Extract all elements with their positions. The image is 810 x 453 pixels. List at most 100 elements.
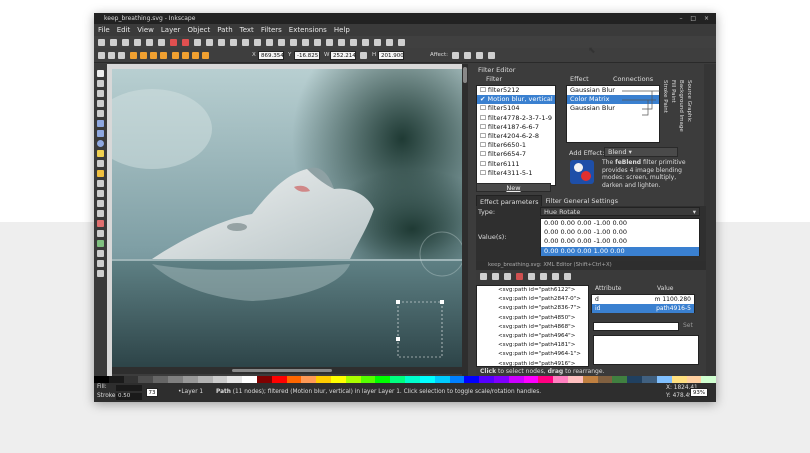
paint-bucket-tool-icon[interactable] [97, 230, 104, 237]
palette-swatch[interactable] [212, 376, 228, 383]
filter-list-item[interactable]: ☐ filter6650-1 [477, 141, 555, 150]
print-icon[interactable] [134, 38, 141, 46]
palette-swatch[interactable] [656, 376, 672, 383]
pencil-tool-icon[interactable] [97, 170, 104, 177]
palette-swatch[interactable] [597, 376, 613, 383]
filter-list-item[interactable]: ☐ filter4204-6-2-8 [477, 132, 555, 141]
mesh-tool-icon[interactable] [97, 250, 104, 257]
gradient-tool-icon[interactable] [97, 240, 104, 247]
menu-path[interactable]: Path [217, 24, 232, 36]
unindent-node-icon[interactable] [528, 273, 535, 280]
palette-swatch[interactable] [523, 376, 539, 383]
flip-vertical-icon[interactable] [160, 52, 167, 59]
menu-filters[interactable]: Filters [261, 24, 282, 36]
filter-list-item[interactable]: ✔ Motion blur, vertical [477, 95, 555, 105]
node-tool-icon[interactable] [97, 80, 104, 87]
xml-node[interactable]: <svg:path id="path4964-1"> [495, 350, 588, 359]
palette-swatch[interactable] [612, 376, 628, 383]
filter-list-item[interactable]: ☐ filter6654-7 [477, 150, 555, 159]
eraser-tool-icon[interactable] [97, 220, 104, 227]
palette-swatch[interactable] [419, 376, 435, 383]
delete-node-icon[interactable] [516, 273, 523, 280]
window-controls[interactable]: – □ × [679, 13, 712, 24]
type-select[interactable]: Hue Rotate ▾ [540, 207, 700, 216]
lower-node-icon[interactable] [564, 273, 571, 280]
export-icon[interactable] [158, 38, 165, 46]
palette-swatch[interactable] [197, 376, 213, 383]
filter-checkbox[interactable]: ☐ [480, 150, 488, 158]
filter-checkbox[interactable]: ☐ [480, 132, 488, 140]
xml-node[interactable]: <svg:path id="path4181"> [495, 341, 588, 350]
palette-swatch[interactable] [182, 376, 198, 383]
xml-node[interactable]: <svg:path id="path4850"> [495, 314, 588, 323]
palette-swatch[interactable] [538, 376, 554, 383]
width-field[interactable]: 252.214 [330, 51, 356, 60]
matrix-row[interactable]: 0.00 0.00 0.00 -1.00 0.00 [541, 228, 699, 237]
duplicate-node-icon[interactable] [504, 273, 511, 280]
star-tool-icon[interactable] [97, 150, 104, 157]
transform-gradients-icon[interactable] [476, 52, 483, 59]
new-filter-button[interactable]: New [476, 183, 551, 192]
menu-layer[interactable]: Layer [161, 24, 181, 36]
color-palette[interactable] [94, 376, 716, 383]
canvas-vertical-scrollbar[interactable] [462, 64, 468, 376]
raise-to-top-icon[interactable] [172, 52, 179, 59]
filter-checkbox[interactable]: ✔ [480, 95, 488, 103]
save-icon[interactable] [122, 38, 129, 46]
attribute-name-input[interactable] [593, 322, 679, 331]
filter-checkbox[interactable]: ☐ [480, 114, 488, 122]
filter-list[interactable]: ☐ filter5212 ✔ Motion blur, vertical ☐ fil… [476, 85, 556, 186]
unlink-clone-icon[interactable] [290, 38, 297, 46]
xml-node[interactable]: <svg:path id="path2836-7"> [495, 304, 588, 313]
matrix-values-table[interactable]: 0.00 0.00 0.00 -1.00 0.00 0.00 0.00 0.00 … [540, 218, 700, 256]
cut-icon[interactable] [206, 38, 213, 46]
document-properties-icon[interactable] [398, 38, 405, 46]
menu-text[interactable]: Text [240, 24, 254, 36]
filter-list-item[interactable]: ☐ filter5104 [477, 104, 555, 113]
palette-swatch[interactable] [671, 376, 687, 383]
import-icon[interactable] [146, 38, 153, 46]
filter-checkbox[interactable]: ☐ [480, 169, 488, 177]
menu-view[interactable]: View [137, 24, 154, 36]
paste-icon[interactable] [218, 38, 225, 46]
tab-effect-parameters[interactable]: Effect parameters [476, 195, 543, 206]
group-icon[interactable] [302, 38, 309, 46]
palette-swatch[interactable] [331, 376, 346, 383]
filter-list-item[interactable]: ☐ filter4311-5-1 [477, 169, 555, 178]
undo-icon[interactable] [170, 38, 177, 46]
dropper-tool-icon[interactable] [97, 260, 104, 267]
spray-tool-icon[interactable] [97, 210, 104, 217]
palette-swatch[interactable] [94, 376, 109, 383]
palette-swatch[interactable] [405, 376, 420, 383]
filter-checkbox[interactable]: ☐ [480, 123, 488, 131]
palette-swatch[interactable] [108, 376, 124, 383]
palette-swatch[interactable] [493, 376, 509, 383]
open-icon[interactable] [110, 38, 117, 46]
xml-editor-icon[interactable] [362, 38, 369, 46]
palette-swatch[interactable] [345, 376, 361, 383]
input-source-graphic[interactable]: Source Graphic [686, 80, 692, 122]
preferences-icon[interactable] [386, 38, 393, 46]
redo-icon[interactable] [182, 38, 189, 46]
text-tool-icon[interactable] [97, 200, 104, 207]
tweak-tool-icon[interactable] [97, 90, 104, 97]
zoom-tool-icon[interactable] [97, 100, 104, 107]
palette-swatch[interactable] [434, 376, 450, 383]
lower-icon[interactable] [192, 52, 199, 59]
fill-swatch[interactable] [116, 385, 142, 391]
palette-swatch[interactable] [390, 376, 406, 383]
selector-tool-icon[interactable] [97, 70, 104, 77]
palette-swatch[interactable] [686, 376, 702, 383]
canvas-horizontal-scrollbar[interactable] [112, 367, 462, 374]
palette-swatch[interactable] [479, 376, 494, 383]
zoom-drawing-icon[interactable] [242, 38, 249, 46]
menu-object[interactable]: Object [187, 24, 210, 36]
matrix-row[interactable]: 0.00 0.00 0.00 1.00 0.00 [541, 246, 699, 256]
x-field[interactable]: 869.354 [258, 51, 284, 60]
opacity-field[interactable]: 73 [146, 388, 158, 397]
palette-swatch[interactable] [375, 376, 391, 383]
palette-swatch[interactable] [256, 376, 272, 383]
palette-swatch[interactable] [316, 376, 331, 383]
menu-edit[interactable]: Edit [117, 24, 131, 36]
stroke-width-value[interactable]: 0.50 [116, 393, 142, 400]
